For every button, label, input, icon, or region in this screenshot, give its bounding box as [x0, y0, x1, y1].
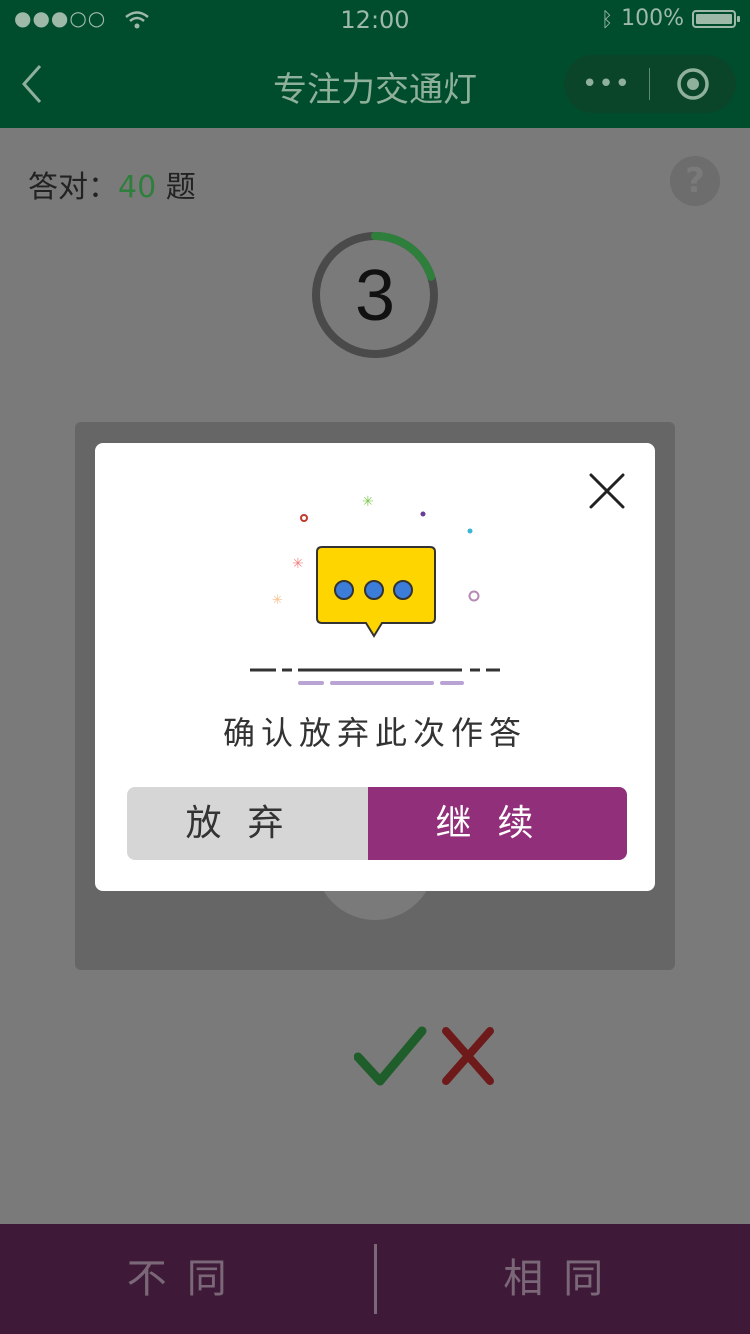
timer-value: 3: [355, 256, 395, 336]
continue-button[interactable]: 继续: [368, 787, 627, 860]
svg-text:✳: ✳: [362, 494, 374, 510]
check-icon: [354, 1026, 427, 1086]
status-bar: ●●●○○ 12:00 ᛒ 100%: [0, 0, 750, 40]
target-icon[interactable]: [650, 67, 735, 101]
chat-bubble-illustration: ✳ ✳ ✳: [250, 494, 500, 685]
battery-percent: 100%: [621, 6, 684, 31]
score-unit: 题: [156, 170, 196, 205]
bluetooth-icon: ᛒ: [601, 6, 614, 31]
score-label: 答对：40 题: [28, 162, 196, 206]
help-button[interactable]: ?: [670, 156, 720, 206]
different-button[interactable]: 不同: [0, 1224, 374, 1334]
status-right: ᛒ 100%: [601, 6, 740, 31]
score-value: 40: [118, 170, 157, 205]
svg-text:✳: ✳: [292, 556, 304, 572]
abandon-button[interactable]: 放弃: [127, 787, 368, 860]
close-icon[interactable]: [585, 469, 629, 513]
nav-bar: 专注力交通灯 •••: [0, 40, 750, 128]
mini-program-capsule: •••: [564, 55, 736, 113]
cross-icon: [442, 1027, 494, 1085]
same-button[interactable]: 相同: [377, 1224, 750, 1334]
svg-text:✳: ✳: [272, 593, 283, 608]
dialog-message: 确认放弃此次作答: [222, 714, 527, 752]
countdown-timer: 3: [312, 232, 438, 358]
battery-icon: [692, 9, 740, 28]
answer-bar: 不同 相同: [0, 1224, 750, 1334]
dialog-buttons: 放弃 继续: [127, 787, 627, 860]
score-prefix: 答对：: [28, 170, 118, 205]
answer-feedback: [354, 1026, 494, 1086]
more-icon[interactable]: •••: [564, 69, 649, 99]
